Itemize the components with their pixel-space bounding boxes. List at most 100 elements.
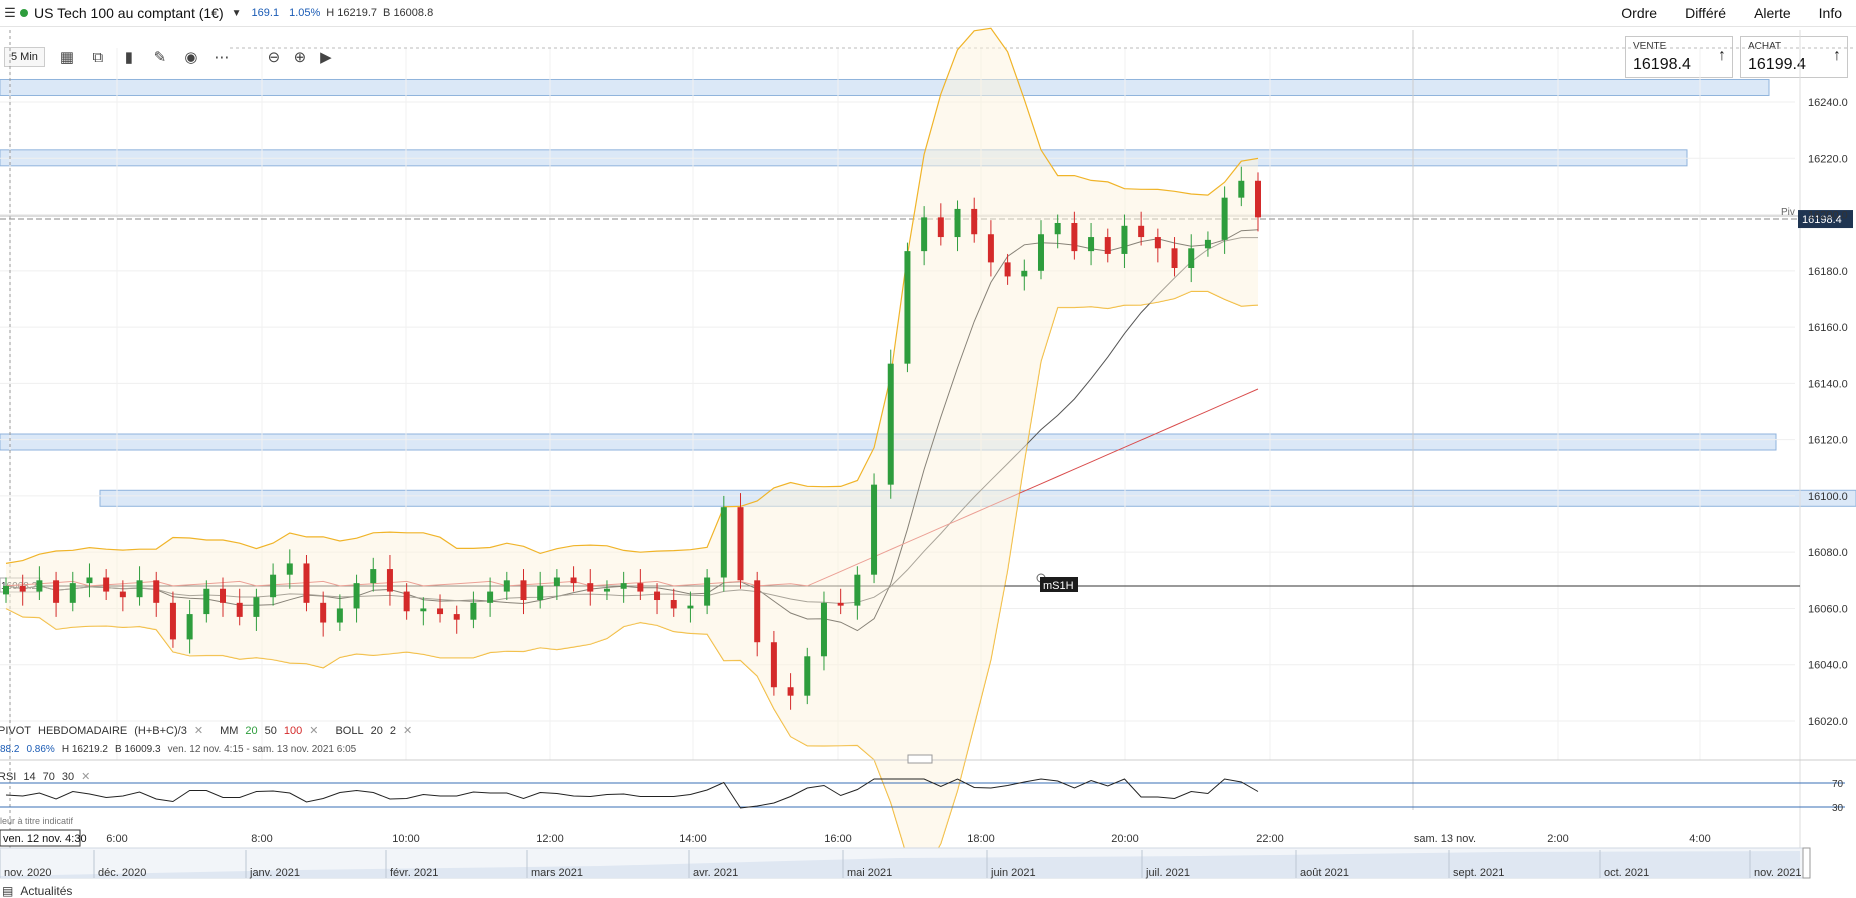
deferred-button[interactable]: Différé xyxy=(1685,5,1726,21)
candle-body xyxy=(837,602,844,606)
candle-body xyxy=(921,217,928,252)
rsi-resize-handle[interactable] xyxy=(907,754,933,764)
navigator-bar[interactable] xyxy=(0,847,1811,879)
buy-price-box[interactable]: ACHAT 16199.4 ↑ xyxy=(1740,36,1848,78)
rsi-line xyxy=(5,778,1259,809)
candle-body xyxy=(386,569,393,592)
candle-body xyxy=(1037,234,1044,271)
candle-body xyxy=(370,569,377,584)
candle-body xyxy=(186,614,193,640)
mm-20: 20 xyxy=(245,724,258,737)
x-tick-label: 22:00 xyxy=(1256,833,1284,845)
bar-chart-icon[interactable]: ▮ xyxy=(120,48,138,66)
y-tick-label: 16060.0 xyxy=(1808,603,1848,615)
legend-change-pct: 0.86% xyxy=(26,744,55,755)
grid-icon[interactable]: ▦ xyxy=(58,48,76,66)
instrument-name[interactable]: US Tech 100 au comptant (1€) xyxy=(34,5,224,21)
sell-price-box[interactable]: VENTE 16198.4 ↑ xyxy=(1625,36,1733,78)
timeframe-button[interactable]: 5 Min xyxy=(4,47,45,67)
ma-20-line xyxy=(5,229,1259,632)
ma-100-line xyxy=(5,388,1259,587)
candle-body xyxy=(754,580,761,643)
market-status-dot xyxy=(20,9,28,17)
current-price-tag xyxy=(1798,210,1853,229)
pencil-icon[interactable]: ✎ xyxy=(151,48,169,66)
hamburger-icon[interactable]: ☰ xyxy=(0,5,20,21)
candle-body xyxy=(553,577,560,586)
navigator-month-label: sept. 2021 xyxy=(1453,867,1504,879)
play-icon[interactable]: ▶ xyxy=(317,48,335,66)
x-tick-label: 14:00 xyxy=(679,833,707,845)
zoom-out-icon[interactable]: ⊖ xyxy=(265,48,283,66)
alert-button[interactable]: Alerte xyxy=(1754,5,1791,21)
zone-band xyxy=(99,489,1856,507)
candle-body xyxy=(203,588,210,615)
y-tick-label: 16220.0 xyxy=(1808,153,1848,165)
y-tick-label: 16200.0 xyxy=(1808,210,1848,222)
candle-body xyxy=(270,574,277,598)
candle-body xyxy=(220,588,227,603)
buy-label: ACHAT xyxy=(1748,41,1782,52)
candle-body xyxy=(103,577,110,592)
candle-body xyxy=(19,585,26,592)
candle-body xyxy=(1071,222,1078,252)
more-icon[interactable]: ⋯ xyxy=(213,48,231,66)
candle-body xyxy=(520,580,527,601)
candle-body xyxy=(53,580,60,603)
zoom-in-icon[interactable]: ⊕ xyxy=(291,48,309,66)
x-tick-label: 8:00 xyxy=(251,833,272,845)
legend-low: B 16009.3 xyxy=(114,744,161,755)
zone-band xyxy=(0,78,1770,96)
candle-body xyxy=(1188,248,1195,269)
candle-body xyxy=(570,577,577,584)
close-icon[interactable]: ✕ xyxy=(403,724,412,737)
close-icon[interactable]: ✕ xyxy=(81,770,90,783)
candle-body xyxy=(453,614,460,620)
legend-range: ven. 12 nov. 4:15 - sam. 13 nov. 2021 6:… xyxy=(167,744,357,755)
y-tick-label: 16140.0 xyxy=(1808,378,1848,390)
rsi-30-label: 30 xyxy=(1832,803,1844,814)
layers-icon[interactable]: ⧉ xyxy=(89,49,107,66)
order-button[interactable]: Ordre xyxy=(1621,5,1657,21)
candle-body xyxy=(987,234,994,263)
candle-body xyxy=(119,591,126,598)
navigator-month-label: janv. 2021 xyxy=(249,867,300,879)
indicative-note: leur à titre indicatif xyxy=(0,816,73,826)
navigator-month-label: nov. 2021 xyxy=(1754,867,1802,879)
session-low: B 16008.8 xyxy=(383,7,434,19)
y-tick-label: 16180.0 xyxy=(1808,266,1848,278)
boll-20: 20 xyxy=(370,724,383,737)
candle-body xyxy=(854,574,861,606)
navigator-month-label: nov. 2020 xyxy=(4,867,52,879)
candle-body xyxy=(971,208,978,235)
candle-body xyxy=(620,583,627,589)
close-icon[interactable]: ✕ xyxy=(194,724,203,737)
candle-body xyxy=(69,583,76,603)
navigator-area xyxy=(0,851,1800,878)
y-tick-label: 16020.0 xyxy=(1808,716,1848,728)
info-button[interactable]: Info xyxy=(1819,5,1842,21)
y-tick-label: 16080.0 xyxy=(1808,547,1848,559)
price-chart[interactable]: Piv 16198.4 mS1H 16068.2 16240.0 16220.0 1620… xyxy=(0,0,1856,894)
navigator-handle[interactable] xyxy=(1802,847,1811,879)
x-tick-label: 12:00 xyxy=(536,833,564,845)
close-icon[interactable]: ✕ xyxy=(309,724,318,737)
rsi-p3: 30 xyxy=(61,770,75,783)
eye-icon[interactable]: ◉ xyxy=(182,48,200,66)
change-points: 169.1 xyxy=(251,7,280,19)
top-bar: ☰ US Tech 100 au comptant (1€) ▼ 169.1 1… xyxy=(0,0,1856,27)
bollinger-lower xyxy=(5,290,1259,875)
candle-body xyxy=(153,580,160,603)
candle-body xyxy=(587,583,594,592)
chart-toolbar: 5 Min ▦ ⧉ ▮ ✎ ◉ ⋯ ⊖ ⊕ ▶ xyxy=(0,46,335,68)
pivot-formula: (H+B+C)/3 xyxy=(134,724,187,737)
ms1h-handle[interactable] xyxy=(1036,573,1046,583)
legend-high: H 16219.2 xyxy=(61,744,108,755)
candle-body xyxy=(1121,225,1128,254)
candle-body xyxy=(336,608,343,623)
candle-body xyxy=(1154,237,1161,249)
mm-50: 50 xyxy=(264,724,277,737)
chevron-down-icon[interactable]: ▼ xyxy=(232,8,242,19)
news-tab[interactable]: ▤ Actualités xyxy=(2,884,72,898)
candle-body xyxy=(603,588,610,592)
